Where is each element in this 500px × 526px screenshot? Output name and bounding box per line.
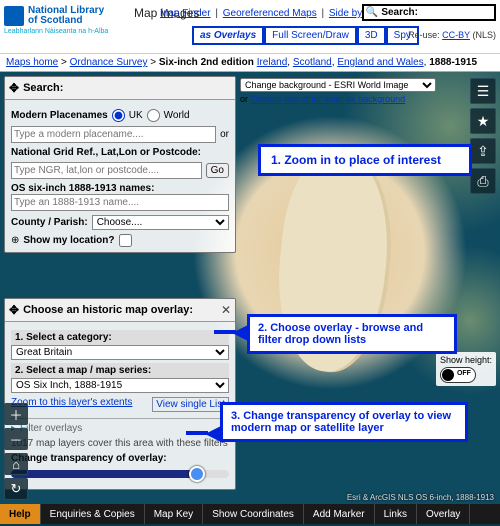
crumb-os[interactable]: Ordnance Survey [70, 57, 148, 68]
crumb-scotland[interactable]: Scotland [293, 57, 332, 68]
locate-icon: ⊕ [11, 235, 19, 246]
link-georef[interactable]: Georeferenced Maps [223, 8, 317, 19]
header: National Library of Scotland Leabharlann… [0, 0, 500, 54]
move-icon[interactable]: ✥ [9, 303, 19, 317]
search-panel-title: Search: [23, 82, 63, 94]
locate-checkbox[interactable] [119, 234, 132, 247]
filter-label[interactable]: Filter overlays [20, 423, 82, 434]
os-names-input[interactable] [11, 194, 229, 211]
radio-world[interactable] [147, 109, 160, 122]
background-select[interactable]: Change background - ESRI World Image [240, 78, 436, 92]
links-button[interactable]: Links [375, 504, 417, 524]
breadcrumb: Maps home > Ordnance Survey > Six-inch 2… [0, 54, 500, 72]
share-icon[interactable]: ⇪ [470, 138, 496, 164]
zoom-out-button[interactable]: － [4, 428, 28, 450]
locate-label: Show my location? [23, 235, 114, 246]
crumb-label: Six-inch 2nd edition [159, 57, 254, 68]
tab-fullscreen[interactable]: Full Screen/Draw [264, 26, 357, 45]
footer-bar: Help Enquiries & Copies Map Key Show Coo… [0, 504, 500, 524]
org-sub: Leabharlann Nàiseanta na h-Alba [4, 28, 124, 35]
reuse-link[interactable]: CC-BY [442, 30, 470, 40]
search-panel: ✥ Search: Modern Placenames UK World or … [4, 76, 236, 253]
reuse-line: Re-use: CC-BY (NLS) [408, 30, 496, 40]
view-tabs: as Overlays Full Screen/Draw 3D Spy [192, 26, 419, 45]
site-search[interactable]: 🔍 Search: [362, 4, 496, 21]
view-single-list[interactable]: View single List [152, 397, 229, 412]
search-label: Search: [381, 7, 418, 18]
modern-label: Modern Placenames [11, 110, 108, 121]
county-select[interactable]: Choose.... [92, 215, 229, 230]
home-extent-button[interactable]: ⌂ [4, 453, 28, 475]
move-icon[interactable]: ✥ [9, 81, 19, 95]
layer-count: 1017 map layers cover this area with the… [11, 438, 229, 449]
print-icon[interactable]: ⎙ [470, 168, 496, 194]
rotate-button[interactable]: ↻ [4, 478, 28, 500]
tab-overlays[interactable]: as Overlays [192, 26, 264, 45]
annotation-1: 1. Zoom in to place of interest [258, 144, 472, 176]
modern-placename-input[interactable] [11, 126, 216, 143]
radio-uk[interactable] [112, 109, 125, 122]
bookmark-icon[interactable]: ★ [470, 108, 496, 134]
link-map-finder[interactable]: Map Finder [160, 8, 211, 19]
arrow-icon [205, 425, 223, 443]
add-marker-button[interactable]: Add Marker [304, 504, 375, 524]
cat-label: 1. Select a category: [11, 330, 229, 345]
zoom-in-button[interactable]: ＋ [4, 403, 28, 425]
os-names-label: OS six-inch 1888-1913 names: [11, 183, 229, 194]
crumb-ew[interactable]: England and Wales [337, 57, 423, 68]
map-series-select[interactable]: OS Six Inch, 1888-1915 [11, 378, 229, 393]
annotation-3: 3. Change transparency of overlay to vie… [220, 402, 468, 442]
zoom-extents-link[interactable]: Zoom to this layer's extents [11, 397, 132, 412]
overlay-button[interactable]: Overlay [417, 504, 470, 524]
site-search-input[interactable] [418, 7, 492, 18]
logo-mark-icon [4, 6, 24, 26]
show-height: Show height: OFF [436, 352, 496, 386]
arrow-icon [232, 324, 250, 342]
overlay-panel: ✕ ✥ Choose an historic map overlay: 1. S… [4, 298, 236, 490]
crumb-ireland[interactable]: Ireland [257, 57, 288, 68]
transparency-label: Change transparency of overlay: [11, 453, 229, 464]
enquiries-button[interactable]: Enquiries & Copies [41, 504, 145, 524]
map-key-button[interactable]: Map Key [145, 504, 203, 524]
transparency-slider[interactable] [11, 467, 229, 481]
right-tools: ☰ ★ ⇪ ⎙ [470, 78, 496, 194]
crumb-years: 1888-1915 [429, 57, 477, 68]
show-coords-button[interactable]: Show Coordinates [203, 504, 304, 524]
background-other-link[interactable]: Choose any other layer as background [251, 94, 406, 104]
background-chooser: Change background - ESRI World Image or … [240, 78, 436, 104]
go-button[interactable]: Go [206, 163, 229, 178]
county-label: County / Parish: [11, 217, 88, 228]
crumb-home[interactable]: Maps home [6, 57, 58, 68]
close-icon[interactable]: ✕ [221, 303, 231, 317]
layers-icon[interactable]: ☰ [470, 78, 496, 104]
height-toggle[interactable]: OFF [440, 367, 476, 383]
attribution: Esri & ArcGIS NLS OS 6-inch, 1888-1913 [347, 493, 494, 502]
ngr-input[interactable] [11, 162, 202, 179]
category-select[interactable]: Great Britain [11, 345, 229, 360]
ngr-label: National Grid Ref., Lat,Lon or Postcode: [11, 147, 229, 158]
search-icon: 🔍 [366, 7, 378, 18]
nls-logo[interactable]: National Library of Scotland Leabharlann… [4, 6, 124, 35]
tab-3d[interactable]: 3D [357, 26, 386, 45]
overlay-panel-title: Choose an historic map overlay: [23, 304, 193, 316]
annotation-2: 2. Choose overlay - browse and filter dr… [247, 314, 457, 354]
map-label: 2. Select a map / map series: [11, 363, 229, 378]
map-viewport[interactable]: Change background - ESRI World Image or … [0, 72, 500, 524]
org-name-2: of Scotland [28, 16, 104, 26]
zoom-controls: ＋ － ⌂ ↻ [4, 403, 28, 500]
top-links: Map Finder | Georeferenced Maps | Side b… [160, 8, 385, 19]
help-button[interactable]: Help [0, 504, 41, 524]
